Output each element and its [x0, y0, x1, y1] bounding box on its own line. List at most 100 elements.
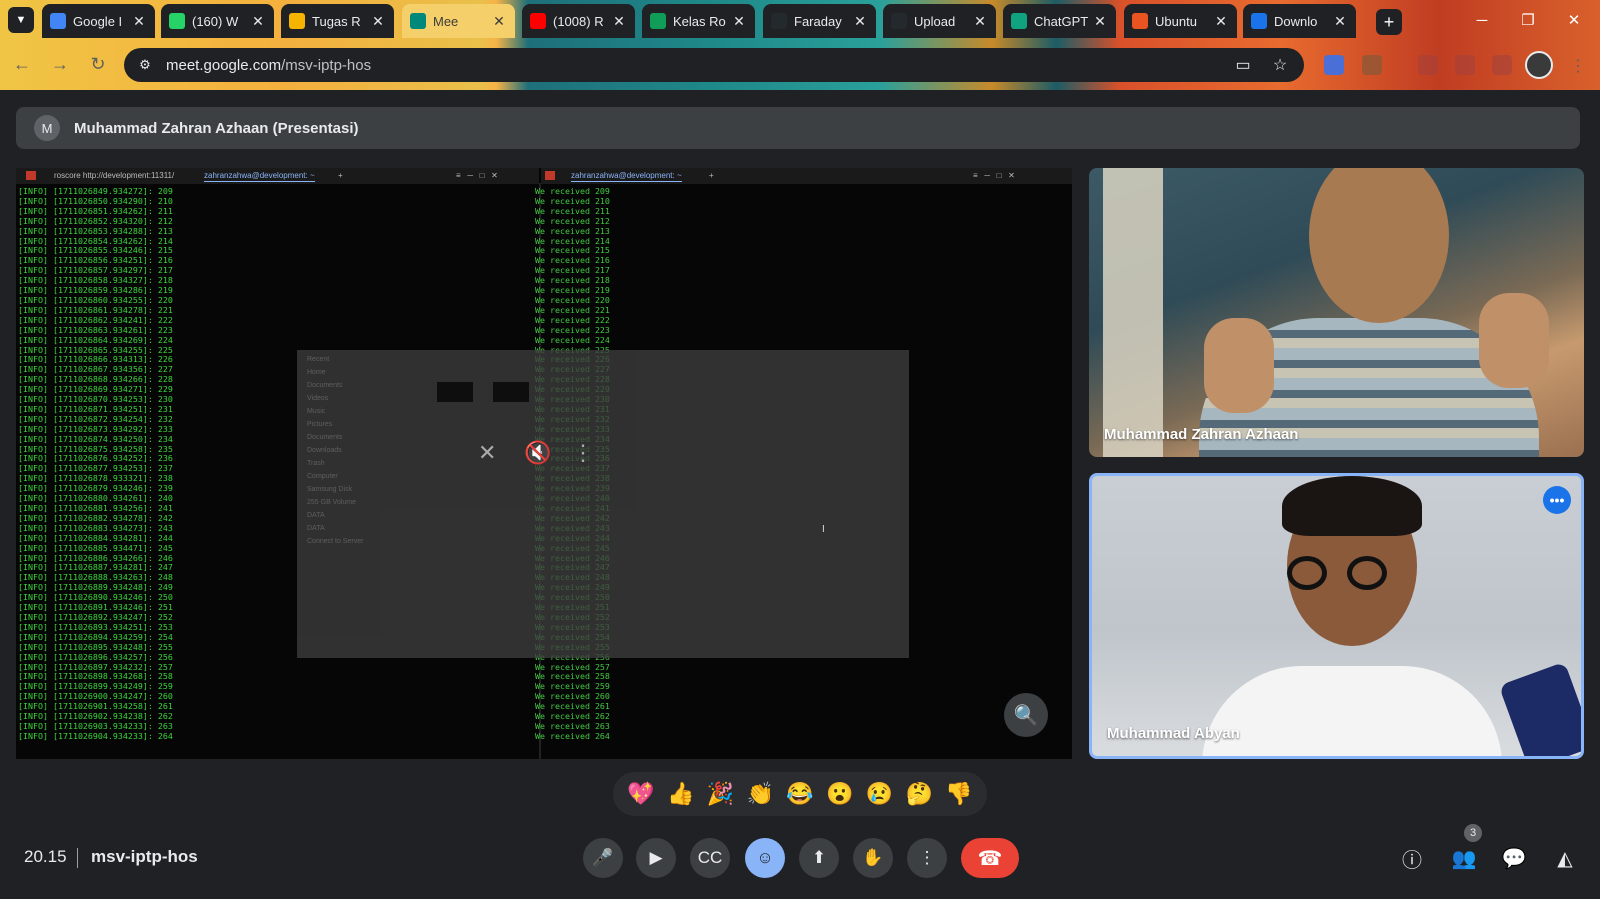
- tab-title: Kelas Ro: [673, 13, 726, 29]
- terminal-new-tab-icon: +: [338, 171, 343, 180]
- file-sidebar-item: Pictures: [307, 421, 333, 428]
- meeting-details-button[interactable]: ⓘ: [1394, 840, 1430, 876]
- browser-tab[interactable]: Ubuntu ✕: [1124, 4, 1237, 38]
- reaction-emoji[interactable]: 👍: [667, 781, 694, 807]
- back-button[interactable]: ←: [10, 52, 34, 76]
- close-tab-icon[interactable]: ✕: [611, 13, 627, 30]
- camera-button[interactable]: ▶: [636, 838, 676, 878]
- chat-button[interactable]: 💬: [1496, 840, 1532, 876]
- terminal-line: [INFO] [1711026864.934269]: 224: [18, 334, 173, 345]
- restore-button[interactable]: ❐: [1508, 6, 1548, 34]
- raise-hand-button[interactable]: ✋: [853, 838, 893, 878]
- file-sidebar-item: Documents: [307, 382, 343, 389]
- youtube-icon: [530, 13, 546, 29]
- address-bar[interactable]: ⚙ meet.google.com/msv-iptp-hos ▭ ☆: [124, 48, 1304, 82]
- translate-extension-icon[interactable]: [1324, 55, 1344, 75]
- github-icon: [891, 13, 907, 29]
- tab-strip: ▼ Google I ✕ (160) W ✕ Tugas R ✕ Mee ✕ (1008) R ✕…: [0, 0, 1600, 42]
- reaction-emoji[interactable]: 😮: [826, 781, 853, 807]
- browser-tab[interactable]: Downlo ✕: [1243, 4, 1356, 38]
- present-screen-button[interactable]: ⬆: [799, 838, 839, 878]
- more-options-button[interactable]: •••: [1543, 486, 1571, 514]
- browser-tab[interactable]: (160) W ✕: [161, 4, 274, 38]
- tab-title: Google I: [73, 13, 123, 29]
- reaction-emoji[interactable]: 🤔: [906, 781, 933, 807]
- close-tab-icon[interactable]: ✕: [852, 13, 868, 30]
- camera-in-use-icon[interactable]: ▭: [1232, 54, 1254, 76]
- reaction-emoji[interactable]: 😢: [866, 781, 893, 807]
- minimize-button[interactable]: ─: [1462, 6, 1502, 34]
- close-tab-icon[interactable]: ✕: [250, 13, 266, 30]
- tab-title: Downlo: [1274, 13, 1318, 29]
- people-button[interactable]: 👥: [1446, 840, 1482, 876]
- file-thumbnail: [493, 382, 529, 402]
- side-panel-icon[interactable]: [1492, 55, 1512, 75]
- mute-icon[interactable]: 🔇: [524, 440, 551, 466]
- file-sidebar-item: Samsung Disk: [307, 486, 353, 493]
- reaction-bar: 💖 👍 🎉 👏 😂 😮 😢 🤔 👎: [613, 772, 987, 816]
- profile-avatar[interactable]: [1525, 51, 1553, 79]
- extension-icon[interactable]: [1418, 55, 1438, 75]
- browser-tab[interactable]: Kelas Ro ✕: [642, 4, 755, 38]
- browser-tab[interactable]: Google I ✕: [42, 4, 155, 38]
- zoom-in-button[interactable]: 🔍: [1004, 693, 1048, 737]
- forward-button[interactable]: →: [48, 52, 72, 76]
- close-tab-icon[interactable]: ✕: [972, 13, 988, 30]
- captions-button[interactable]: CC: [690, 838, 730, 878]
- close-tab-icon[interactable]: ✕: [731, 13, 747, 30]
- participant-video: [1282, 476, 1422, 536]
- terminal-tab-active: zahranzahwa@development: ~: [571, 171, 682, 182]
- reaction-emoji[interactable]: 👎: [945, 781, 972, 807]
- browser-tab[interactable]: Tugas R ✕: [281, 4, 394, 38]
- url-text: meet.google.com/msv-iptp-hos: [166, 57, 371, 74]
- browser-tab[interactable]: Upload ✕: [883, 4, 996, 38]
- talker-terminal-output: [INFO] [1711026849.934272]: 209 [INFO] [1…: [18, 186, 173, 742]
- terminal-icon: [545, 171, 555, 180]
- url-domain: meet.google.com: [166, 56, 282, 74]
- reload-button[interactable]: ↻: [86, 52, 110, 76]
- leave-call-button[interactable]: ☎: [961, 838, 1019, 878]
- close-tab-icon[interactable]: ✕: [1213, 13, 1229, 30]
- presenter-label: Muhammad Zahran Azhaan (Presentasi): [74, 119, 359, 137]
- microphone-button[interactable]: 🎤: [583, 838, 623, 878]
- browser-tab[interactable]: Mee ✕: [402, 4, 515, 38]
- download-icon[interactable]: [1455, 55, 1475, 75]
- terminal-new-tab-icon: +: [709, 171, 714, 180]
- emoji-reaction-button[interactable]: ☺: [745, 838, 785, 878]
- terminal-window-controls: ≡ ─ □ ✕: [456, 171, 498, 180]
- tab-search-button[interactable]: ▼: [8, 7, 34, 33]
- bookmark-star-icon[interactable]: ☆: [1269, 54, 1291, 76]
- file-chooser-dialog: Recent Home Documents Videos Music Pictures Do…: [297, 350, 909, 658]
- video-background: [1103, 168, 1163, 457]
- extension-icon[interactable]: [1362, 55, 1382, 75]
- close-tab-icon[interactable]: ✕: [491, 13, 507, 30]
- close-window-button[interactable]: ✕: [1554, 6, 1594, 34]
- reaction-emoji[interactable]: 👏: [746, 781, 773, 807]
- more-options-icon[interactable]: ⋮: [572, 440, 594, 466]
- github-icon: [771, 13, 787, 29]
- participant-name: Muhammad Abyan: [1107, 725, 1240, 742]
- presentation-header: M Muhammad Zahran Azhaan (Presentasi): [16, 107, 1580, 149]
- browser-tab[interactable]: Faraday ✕: [763, 4, 876, 38]
- meet-control-bar: 20.15 msv-iptp-hos 🎤 ▶ CC ☺ ⬆ ✋ ⋮ ☎ ⓘ 👥 …: [0, 824, 1600, 899]
- new-tab-button[interactable]: +: [1376, 9, 1402, 35]
- participant-tile-self[interactable]: ••• Muhammad Abyan: [1089, 473, 1584, 759]
- participant-tile[interactable]: Muhammad Zahran Azhaan: [1089, 168, 1584, 457]
- browser-tab[interactable]: (1008) R ✕: [522, 4, 635, 38]
- site-info-icon[interactable]: ⚙: [136, 56, 154, 74]
- close-tab-icon[interactable]: ✕: [1332, 13, 1348, 30]
- file-sidebar: Recent Home Documents Videos Music Pictures Do…: [297, 350, 405, 658]
- reaction-emoji[interactable]: 😂: [786, 781, 813, 807]
- reaction-emoji[interactable]: 💖: [627, 781, 654, 807]
- close-tab-icon[interactable]: ✕: [370, 13, 386, 30]
- more-options-button[interactable]: ⋮: [907, 838, 947, 878]
- browser-menu-icon[interactable]: ⋮: [1570, 56, 1586, 76]
- close-tab-icon[interactable]: ✕: [131, 13, 147, 30]
- activities-button[interactable]: ◭: [1547, 840, 1583, 876]
- pin-off-icon[interactable]: ✕: [478, 440, 496, 466]
- browser-tab[interactable]: ChatGPT ✕: [1003, 4, 1116, 38]
- close-tab-icon[interactable]: ✕: [1092, 13, 1108, 30]
- terminal-window-controls: ≡ ─ □ ✕: [973, 171, 1015, 180]
- tab-title: Ubuntu: [1155, 13, 1197, 29]
- reaction-emoji[interactable]: 🎉: [707, 781, 734, 807]
